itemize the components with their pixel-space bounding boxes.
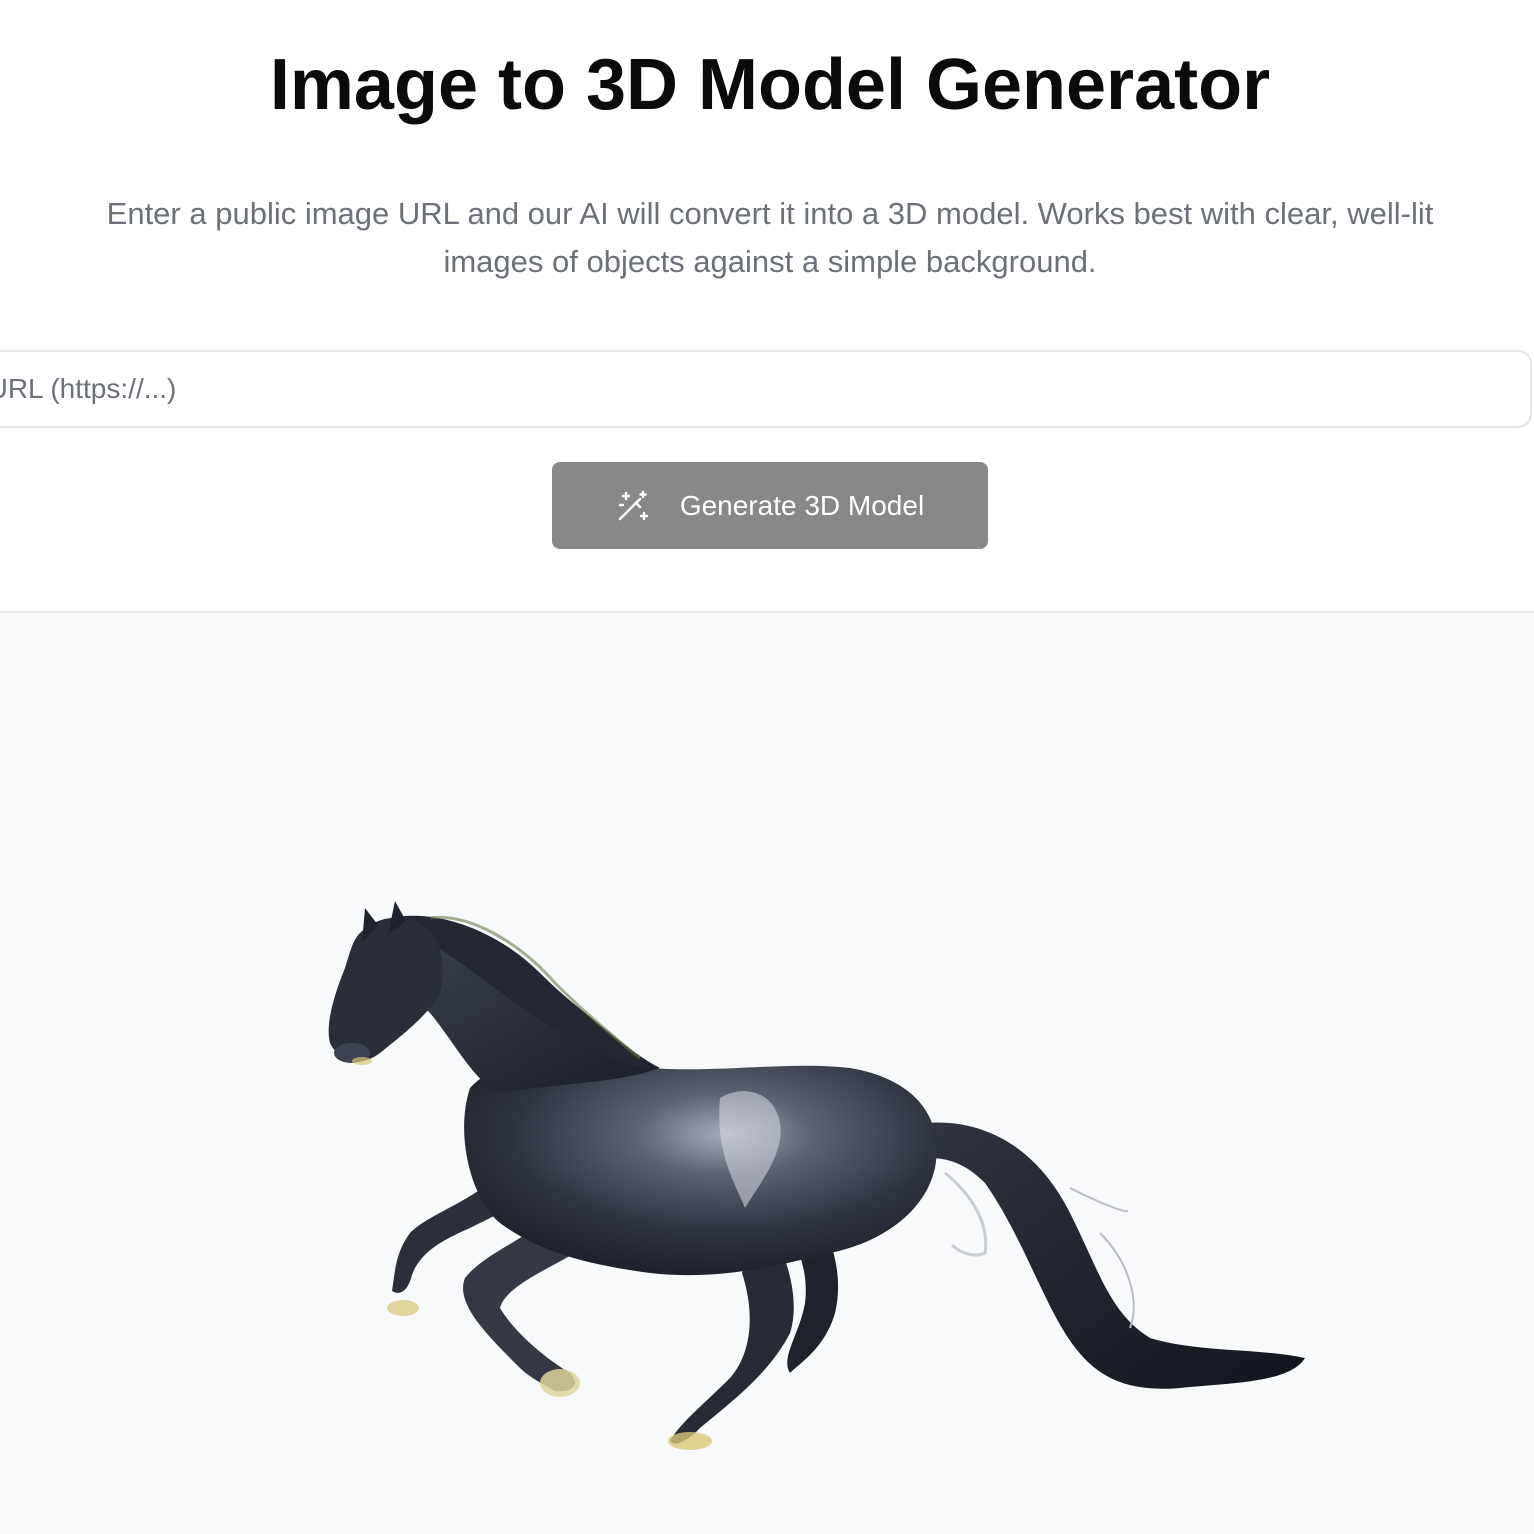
image-url-input[interactable]	[0, 350, 1532, 428]
page-description: Enter a public image URL and our AI will…	[106, 196, 1434, 279]
3d-model-viewer[interactable]	[0, 613, 1534, 1534]
header-section: Image to 3D Model Generator Enter a publ…	[0, 0, 1534, 613]
page-title: Image to 3D Model Generator	[269, 45, 1271, 125]
magic-wand-icon	[616, 489, 650, 523]
horse-3d-model[interactable]	[0, 613, 1534, 1534]
generate-button-label: Generate 3D Model	[679, 489, 925, 521]
page: Image to 3D Model Generator Enter a publ…	[0, 0, 1534, 1534]
generate-3d-model-button[interactable]: Generate 3D Model	[552, 462, 988, 549]
